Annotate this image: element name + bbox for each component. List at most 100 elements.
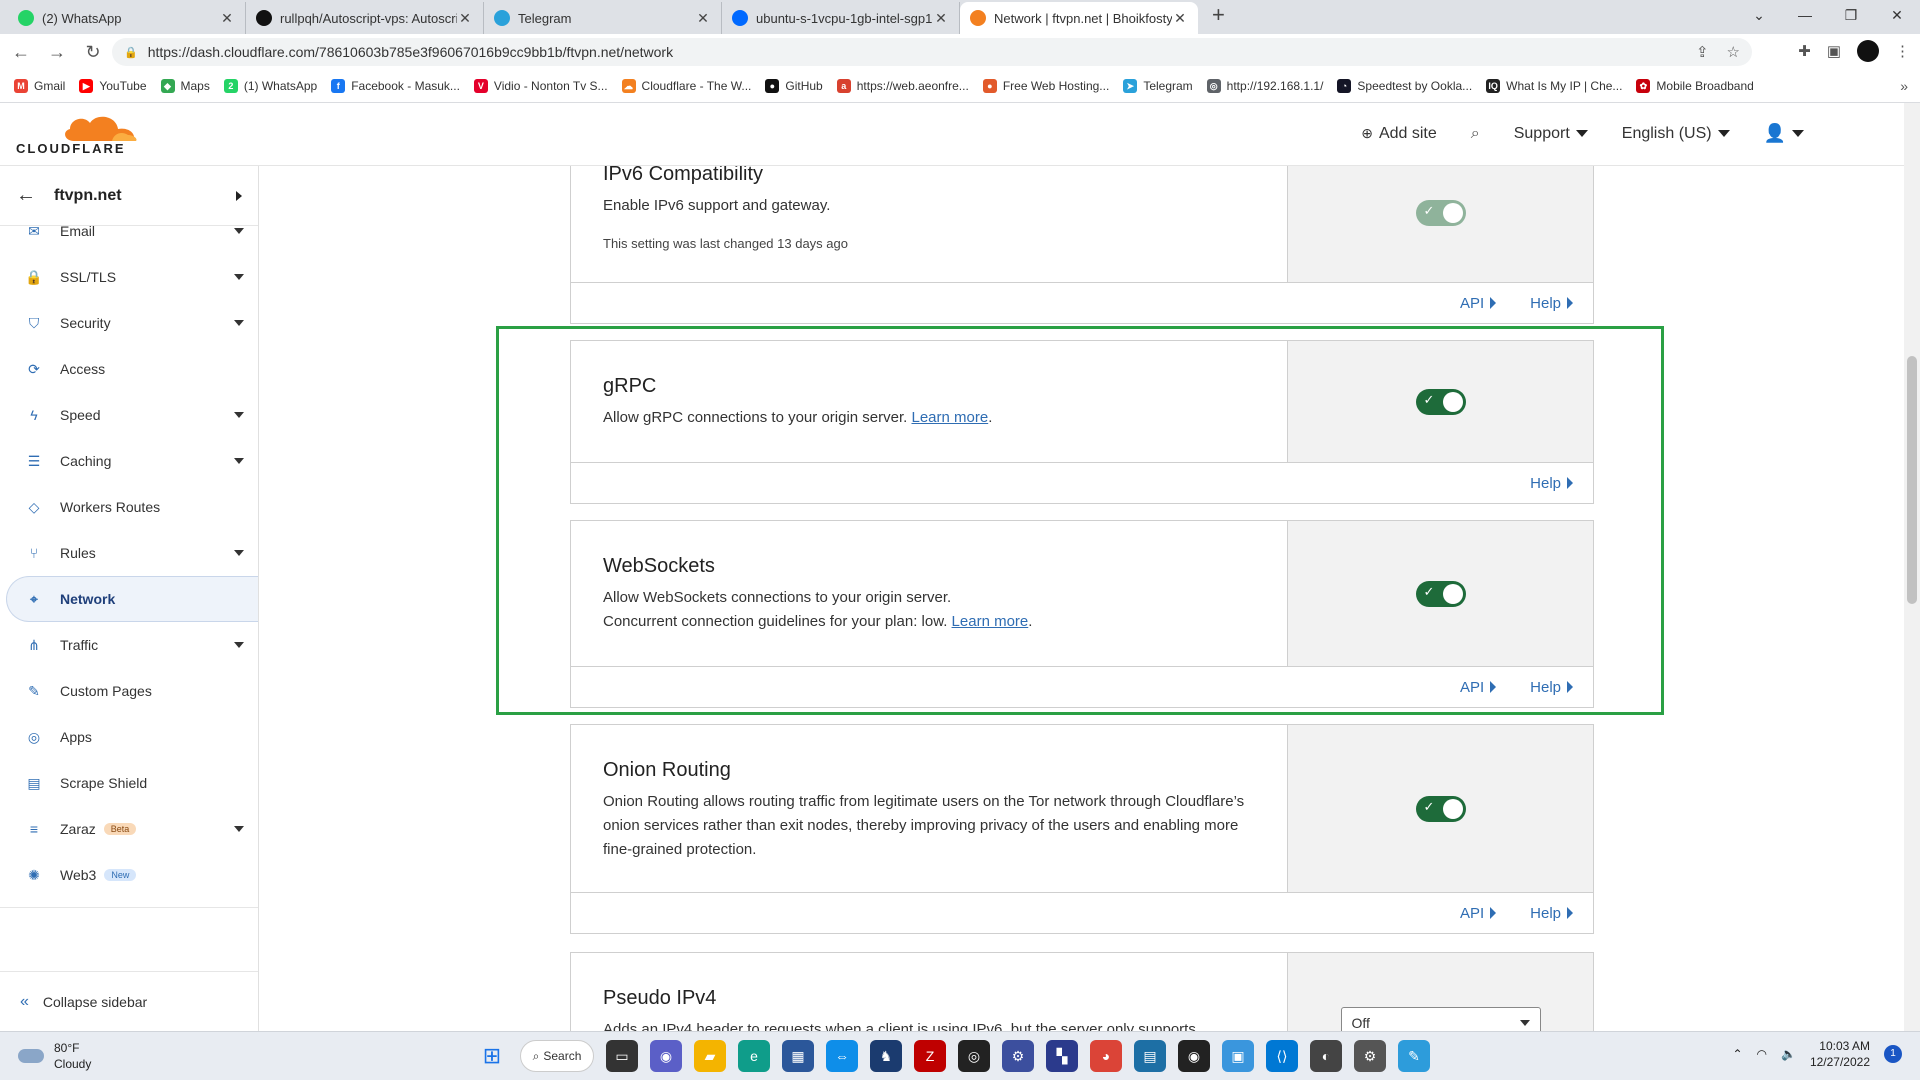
store-icon[interactable]: ▦ [782,1040,814,1072]
bookmark-item[interactable]: IQ What Is My IP | Che... [1486,79,1622,93]
more-bookmarks-icon[interactable]: » [1900,78,1908,94]
bookmark-item[interactable]: f Facebook - Masuk... [331,79,460,93]
windows-start-icon[interactable]: ⊞ [476,1040,508,1072]
maximize-button[interactable]: ❐ [1828,0,1874,30]
account-menu[interactable]: 👤 [1764,123,1804,144]
app-icon[interactable]: ◉ [1178,1040,1210,1072]
profile-avatar[interactable] [1857,40,1879,62]
bookmark-item[interactable]: M Gmail [14,79,65,93]
scrollbar-thumb[interactable] [1907,356,1917,604]
sidebar-item-email[interactable]: ✉ Email [0,226,258,254]
minimize-button[interactable]: — [1782,0,1828,30]
app-icon[interactable]: ⚙ [1002,1040,1034,1072]
settings-icon[interactable]: ⚙ [1354,1040,1386,1072]
back-arrow-icon[interactable]: ← [6,42,36,63]
url-text[interactable]: https://dash.cloudflare.com/78610603b785… [148,44,673,60]
file-explorer-icon[interactable]: ▰ [694,1040,726,1072]
extensions-icon[interactable]: ✚ [1798,42,1811,60]
bookmark-item[interactable]: a https://web.aeonfre... [836,79,969,93]
bookmark-item[interactable]: ◆ Maps [160,79,210,93]
close-tab-icon[interactable]: ✕ [695,10,711,27]
chevron-down-icon[interactable] [234,458,244,464]
reload-icon[interactable]: ↻ [78,42,108,63]
browser-tab[interactable]: Network | ftvpn.net | Bhoikfostya ✕ [960,2,1198,34]
vscode-icon[interactable]: ⟨⟩ [1266,1040,1298,1072]
filezilla-icon[interactable]: Z [914,1040,946,1072]
search-icon[interactable]: ⌕ [1471,125,1480,143]
collapse-sidebar-button[interactable]: « Collapse sidebar [0,971,258,1031]
chevron-right-icon[interactable] [236,190,242,201]
close-tab-icon[interactable]: ✕ [219,10,235,27]
page-scrollbar[interactable] [1904,103,1920,1031]
close-tab-icon[interactable]: ✕ [457,10,473,27]
wifi-icon[interactable]: ◠ [1757,1047,1767,1061]
api-link[interactable]: API [1460,905,1497,922]
sidebar-item-traffic[interactable]: ⋔ Traffic [0,622,258,668]
close-tab-icon[interactable]: ✕ [1172,10,1188,27]
menu-kebab-icon[interactable]: ⋮ [1895,42,1910,60]
notification-badge[interactable]: 1 [1884,1045,1902,1063]
cloudflare-logo[interactable]: CLOUDFLARE [16,111,137,159]
chevron-down-icon[interactable] [234,412,244,418]
weather-widget[interactable]: 80°F Cloudy [18,1040,91,1072]
lock-icon[interactable]: 🔒 [124,46,138,59]
bookmark-item[interactable]: ▶ YouTube [79,79,147,93]
app-icon[interactable]: ◐ [1310,1040,1342,1072]
sidebar-item-zaraz[interactable]: ≡ Zaraz Beta [0,806,258,852]
chrome-icon[interactable]: ◕ [1090,1040,1122,1072]
app-icon[interactable]: ♞ [870,1040,902,1072]
chevron-up-icon[interactable]: ⌃ [1732,1047,1742,1061]
side-panel-icon[interactable]: ▣ [1827,42,1841,60]
browser-tab[interactable]: (2) WhatsApp ✕ [8,2,246,34]
app-icon[interactable]: ▣ [1222,1040,1254,1072]
clock[interactable]: 10:03 AM 12/27/2022 [1810,1038,1870,1070]
tab-search-icon[interactable]: ⌄ [1736,0,1782,30]
close-window-button[interactable]: ✕ [1874,0,1920,30]
bookmark-item[interactable]: ◔ Speedtest by Ookla... [1337,79,1472,93]
chevron-down-icon[interactable] [234,826,244,832]
browser-tab[interactable]: rullpqh/Autoscript-vps: Autoscrip ✕ [246,2,484,34]
app-icon[interactable]: ✎ [1398,1040,1430,1072]
bookmark-item[interactable]: ☁ Cloudflare - The W... [621,79,751,93]
bookmark-item[interactable]: ✿ Mobile Broadband [1636,79,1754,93]
sidebar-item-custom-pages[interactable]: ✎ Custom Pages [0,668,258,714]
back-arrow-icon[interactable]: ← [16,184,36,207]
chevron-down-icon[interactable] [234,228,244,234]
sidebar-item-caching[interactable]: ☰ Caching [0,438,258,484]
pseudo-ipv4-select[interactable]: Off [1340,1007,1541,1031]
taskbar-search[interactable]: ⌕ Search [520,1040,594,1072]
language-dropdown[interactable]: English (US) [1622,125,1730,143]
sidebar-item-rules[interactable]: ⑂ Rules [0,530,258,576]
add-site-button[interactable]: ⊕ Add site [1361,125,1437,143]
bookmark-item[interactable]: 2 (1) WhatsApp [223,79,317,93]
sidebar-item-ssl-tls[interactable]: 🔒 SSL/TLS [0,254,258,300]
chat-icon[interactable]: ◉ [650,1040,682,1072]
close-tab-icon[interactable]: ✕ [933,10,949,27]
address-bar[interactable]: 🔒 https://dash.cloudflare.com/78610603b7… [112,38,1752,66]
volume-icon[interactable]: 🔈 [1781,1047,1796,1061]
chevron-down-icon[interactable] [234,642,244,648]
sidebar-item-web3[interactable]: ✺ Web3 New [0,852,258,898]
bookmark-item[interactable]: ➤ Telegram [1123,79,1193,93]
chevron-down-icon[interactable] [234,550,244,556]
zone-selector[interactable]: ← ftvpn.net [0,166,258,226]
sidebar-item-network[interactable]: ⌖ Network [6,576,258,622]
support-dropdown[interactable]: Support [1514,125,1588,143]
sidebar-item-access[interactable]: ⟳ Access [0,346,258,392]
share-icon[interactable]: ⇪ [1696,43,1709,61]
help-link[interactable]: Help [1530,295,1573,312]
app-icon[interactable]: ◎ [958,1040,990,1072]
notepad-icon[interactable]: ▤ [1134,1040,1166,1072]
browser-tab[interactable]: Telegram ✕ [484,2,722,34]
app-icon[interactable]: ▚ [1046,1040,1078,1072]
edge-icon[interactable]: e [738,1040,770,1072]
ipv6-toggle[interactable]: ✓ [1415,199,1466,226]
help-link[interactable]: Help [1530,905,1573,922]
sidebar-item-security[interactable]: ⛉ Security [0,300,258,346]
bookmark-star-icon[interactable]: ☆ [1727,43,1740,61]
bookmark-item[interactable]: ◎ http://192.168.1.1/ [1206,79,1323,93]
sidebar-item-scrape-shield[interactable]: ▤ Scrape Shield [0,760,258,806]
task-view-icon[interactable]: ▭ [606,1040,638,1072]
onion-routing-toggle[interactable]: ✓ [1415,795,1466,822]
forward-arrow-icon[interactable]: → [42,42,72,63]
